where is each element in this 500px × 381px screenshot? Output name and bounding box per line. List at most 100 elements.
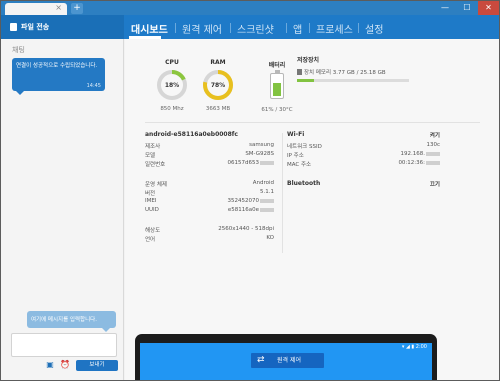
- browser-tab[interactable]: ×: [5, 3, 67, 15]
- wifi-title: Wi-Fi: [287, 131, 305, 138]
- storage-device-icon: [297, 69, 302, 75]
- tab-apps[interactable]: 앱: [293, 21, 302, 36]
- battery-widget: 배터리 61% / 30°C: [255, 60, 299, 113]
- bluetooth-title: Bluetooth: [287, 180, 321, 187]
- file-transfer-label: 파일 전송: [21, 23, 50, 31]
- info-value: e58116a0e: [228, 207, 274, 213]
- wifi-state[interactable]: 켜기: [430, 131, 440, 139]
- redacted-block: [426, 161, 440, 165]
- ram-percent: 78%: [210, 82, 226, 89]
- info-value: 2560x1440 - 518dpi: [218, 226, 274, 232]
- chat-message-input[interactable]: [11, 333, 117, 357]
- chat-input-hint-text: 여기에 메시지를 입력합니다.: [31, 317, 97, 323]
- info-value: 192.168.: [400, 151, 440, 157]
- info-key: 일련번호: [145, 162, 166, 168]
- info-value-text: 06157d653: [227, 160, 260, 166]
- app-header: 파일 전송 대시보드 원격 제어 스크린샷 앱 프로세스 설정: [1, 15, 499, 39]
- chat-input-hint: 여기에 메시지를 입력합니다.: [27, 311, 116, 332]
- storage-row: 장치 메모리 3.77 GB / 25.18 GB: [297, 68, 447, 76]
- storage-title: 저장장치: [297, 57, 320, 64]
- info-value: SM-G928S: [245, 151, 274, 157]
- info-key: 해상도: [145, 228, 161, 234]
- info-key: 네트워크 SSID: [287, 144, 322, 150]
- info-value: 06157d653: [227, 160, 274, 166]
- info-value: KO: [266, 235, 274, 241]
- alarm-icon[interactable]: ⏰: [60, 361, 70, 369]
- chat-sidebar: 채팅 연결이 성공적으로 수립되었습니다. 14:45 여기에 메시지를 입력합…: [1, 39, 124, 380]
- battery-level: [273, 82, 281, 96]
- cpu-percent: 18%: [164, 82, 180, 89]
- dashboard-panel: CPU 18% 850 Mhz RAM 78% 3663 MB 배터리 61% …: [125, 39, 499, 380]
- info-key: UUID: [145, 207, 159, 213]
- swap-arrows-icon: ⇄: [257, 355, 265, 365]
- minimize-button[interactable]: —: [434, 1, 456, 15]
- ram-usage: 3663 MB: [205, 106, 231, 112]
- cpu-gauge: CPU 18% 850 Mhz: [154, 59, 190, 112]
- device-name: android-e58116a0eb0008fc: [145, 131, 238, 138]
- close-window-button[interactable]: ✕: [478, 1, 499, 15]
- redacted-block: [260, 161, 274, 165]
- remote-control-label: 원격 제어: [277, 357, 301, 364]
- nav-divider: [175, 23, 176, 33]
- info-value-text: 352452070: [227, 198, 260, 204]
- info-key: 제조사: [145, 144, 161, 150]
- redacted-block: [426, 152, 440, 156]
- maximize-button[interactable]: ☐: [456, 1, 478, 15]
- info-value: 5.1.1: [260, 189, 274, 195]
- ram-gauge: RAM 78% 3663 MB: [200, 59, 236, 112]
- battery-icon: [270, 70, 284, 99]
- info-value-text: 192.168.: [400, 151, 426, 157]
- storage-bar-fill: [297, 79, 314, 82]
- info-value-text: 00:12:36:: [398, 160, 425, 166]
- chat-title: 채팅: [12, 46, 25, 54]
- nav-divider: [358, 23, 359, 33]
- info-value: Android: [252, 180, 274, 186]
- battery-label: 배터리: [268, 62, 286, 69]
- battery-status: 61% / 30°C: [261, 107, 293, 113]
- bluetooth-state[interactable]: 끄기: [430, 180, 440, 188]
- chat-message-time: 14:45: [86, 83, 101, 89]
- tab-close-icon[interactable]: ×: [55, 3, 62, 12]
- tab-screenshot[interactable]: 스크린샷: [237, 21, 274, 36]
- chat-hint-tail: [102, 328, 110, 332]
- remote-control-button[interactable]: ⇄ 원격 제어: [251, 353, 324, 368]
- info-key: 모델: [145, 153, 156, 159]
- info-value: 00:12:36:: [398, 160, 440, 166]
- chat-bubble-tail: [16, 91, 24, 95]
- tab-settings[interactable]: 설정: [365, 21, 383, 36]
- storage-usage-text: 장치 메모리 3.77 GB / 25.18 GB: [304, 70, 386, 76]
- new-tab-button[interactable]: +: [71, 3, 83, 14]
- tab-dashboard[interactable]: 대시보드: [131, 21, 168, 36]
- info-key: 언어: [145, 237, 156, 243]
- phone-status-bar: ▾ ◢ ▮ 2:00: [401, 344, 427, 350]
- chat-message: 연결이 성공적으로 수립되었습니다. 14:45: [12, 58, 105, 95]
- info-key: 운영 체제: [145, 182, 167, 188]
- storage-bar: [297, 79, 409, 82]
- info-value: 130c: [426, 142, 440, 148]
- send-button[interactable]: 보내기: [76, 360, 118, 371]
- info-value-text: e58116a0e: [227, 207, 259, 213]
- battery-cap: [275, 70, 280, 73]
- file-transfer-button[interactable]: 파일 전송: [1, 15, 124, 39]
- title-bar: × + — ☐ ✕: [1, 1, 499, 15]
- ram-label: RAM: [210, 59, 226, 66]
- info-key: MAC 주소: [287, 162, 312, 168]
- app-window: × + — ☐ ✕ 파일 전송 대시보드 원격 제어 스크린샷 앱 프로세스 설…: [0, 0, 500, 381]
- cpu-frequency: 850 Mhz: [160, 106, 184, 112]
- column-divider: [282, 133, 283, 253]
- phone-preview: ▾ ◢ ▮ 2:00 ⇄ 원격 제어: [135, 334, 437, 380]
- image-icon[interactable]: ▣: [46, 361, 54, 369]
- nav-divider: [309, 23, 310, 33]
- info-value: 352452070: [227, 198, 274, 204]
- redacted-block: [260, 199, 274, 203]
- section-divider: [145, 122, 480, 123]
- tab-processes[interactable]: 프로세스: [316, 21, 353, 36]
- info-key: IMEI: [145, 198, 157, 204]
- tab-remote-control[interactable]: 원격 제어: [182, 21, 222, 36]
- cpu-label: CPU: [165, 59, 179, 66]
- chat-message-text: 연결이 성공적으로 수립되었습니다.: [16, 63, 98, 69]
- file-icon: [10, 23, 17, 31]
- storage-widget: 저장장치 장치 메모리 3.77 GB / 25.18 GB: [297, 55, 447, 82]
- nav-divider: [286, 23, 287, 33]
- info-value: samsung: [249, 142, 274, 148]
